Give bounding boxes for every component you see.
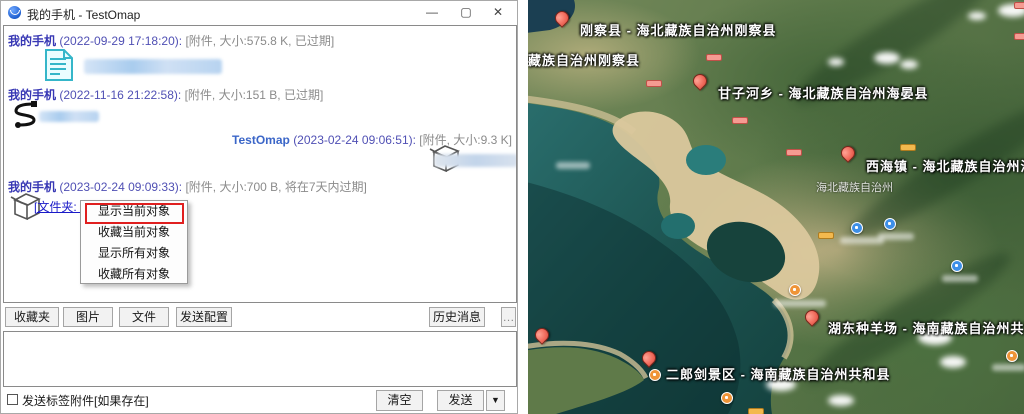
attachment-info: [附件, 大小:575.8 K, 已过期] xyxy=(185,34,334,48)
cloud xyxy=(900,60,918,69)
attachment-info: [附件, 大小:700 B, 将在7天内过期] xyxy=(185,180,366,194)
map-marker-label: 湖东种羊场 - 海南藏族自治州共和县 xyxy=(828,318,1024,337)
menu-item-show-all[interactable]: 显示所有对象 xyxy=(81,243,187,264)
compose-input[interactable] xyxy=(3,331,517,387)
tile-label: 海北藏族自治州 xyxy=(816,179,893,195)
document-attachment-icon[interactable] xyxy=(42,48,76,82)
poi-icon xyxy=(851,222,863,234)
menu-item-show-current[interactable]: 显示当前对象 xyxy=(81,201,187,222)
minimize-icon[interactable]: — xyxy=(415,1,449,23)
map-marker-label: 西海镇 - 海北藏族自治州海晏县 xyxy=(866,156,1024,175)
road-label-chip xyxy=(1014,2,1024,9)
message-sender: TestOmap xyxy=(232,133,290,147)
message-header: 我的手机 (2023-02-24 09:09:33): [附件, 大小:700 … xyxy=(8,178,367,195)
close-icon[interactable]: ✕ xyxy=(481,1,515,23)
road-label-chip xyxy=(646,80,662,87)
satellite-map[interactable]: 海北藏族自治州 北藏族自治州刚察县 刚察县 - 海北藏族自治州刚察县 甘子河乡 … xyxy=(528,0,1024,414)
app-logo-icon xyxy=(8,6,21,19)
route-attachment-icon[interactable] xyxy=(12,100,38,128)
map-marker-label: 刚察县 - 海北藏族自治州刚察县 xyxy=(580,20,777,39)
send-options-dropdown[interactable]: ▼ xyxy=(486,390,505,411)
message-header: 我的手机 (2022-09-29 17:18:20): [附件, 大小:575.… xyxy=(8,32,334,49)
road-label-chip xyxy=(900,144,916,151)
message-time: (2023-02-24 09:09:33): xyxy=(59,180,182,194)
favorites-button[interactable]: 收藏夹 xyxy=(5,307,59,327)
attachment-info: [附件, 大小:151 B, 已过期] xyxy=(185,88,324,102)
message-time: (2022-11-16 21:22:58): xyxy=(59,88,181,102)
window-title: 我的手机 - TestOmap xyxy=(27,6,140,23)
lake-name-blur xyxy=(556,162,590,169)
poi-text-blur xyxy=(774,300,826,307)
poi-icon xyxy=(884,218,896,230)
road-label-chip xyxy=(706,54,722,61)
cloud xyxy=(940,356,966,368)
send-button[interactable]: 发送 xyxy=(437,390,484,411)
send-config-button[interactable]: 发送配置 xyxy=(176,307,232,327)
map-marker-label: 二郎剑景区 - 海南藏族自治州共和县 xyxy=(666,364,891,383)
maximize-icon[interactable]: ▢ xyxy=(449,1,483,23)
road-label-chip xyxy=(1014,33,1024,40)
message-header: 我的手机 (2022-11-16 21:22:58): [附件, 大小:151 … xyxy=(8,86,323,103)
message-sender: 我的手机 xyxy=(8,34,56,48)
checkbox-label: 发送标签附件[如果存在] xyxy=(22,392,149,409)
chat-window: 我的手机 - TestOmap — ▢ ✕ 我的手机 (2022-09-29 1… xyxy=(0,0,518,414)
cloud xyxy=(828,395,854,406)
poi-icon xyxy=(789,284,801,296)
road-label-chip xyxy=(818,232,834,239)
more-button[interactable]: … xyxy=(501,307,516,327)
redacted-filename xyxy=(84,59,222,74)
map-marker-label: 甘子河乡 - 海北藏族自治州海晏县 xyxy=(718,83,929,102)
poi-icon xyxy=(721,392,733,404)
road-label-chip xyxy=(732,117,748,124)
poi-icon xyxy=(951,260,963,272)
cloud xyxy=(828,58,844,66)
poi-text-blur xyxy=(992,364,1024,371)
poi-icon xyxy=(649,369,661,381)
cloud xyxy=(968,12,986,20)
context-menu: 显示当前对象 收藏当前对象 显示所有对象 收藏所有对象 xyxy=(80,200,188,284)
map-marker-label-partial: 北藏族自治州刚察县 xyxy=(528,50,640,69)
message-header: TestOmap (2023-02-24 09:06:51): [附件, 大小:… xyxy=(232,131,512,148)
poi-icon xyxy=(1006,350,1018,362)
message-time: (2022-09-29 17:18:20): xyxy=(59,34,182,48)
menu-item-collect-all[interactable]: 收藏所有对象 xyxy=(81,264,187,285)
title-bar: 我的手机 - TestOmap — ▢ ✕ xyxy=(1,1,517,24)
poi-text-blur xyxy=(878,233,914,240)
poi-text-blur xyxy=(942,275,978,282)
images-button[interactable]: 图片 xyxy=(63,307,113,327)
road-label-chip xyxy=(786,149,802,156)
cloud xyxy=(874,52,900,64)
redacted-filename xyxy=(39,111,99,122)
message-list[interactable]: 我的手机 (2022-09-29 17:18:20): [附件, 大小:575.… xyxy=(3,25,517,303)
send-tag-attachment-checkbox[interactable] xyxy=(7,394,18,405)
screenshot-stage: 我的手机 - TestOmap — ▢ ✕ 我的手机 (2022-09-29 1… xyxy=(0,0,1024,414)
message-time: (2023-02-24 09:06:51): xyxy=(293,133,416,147)
road-label-chip xyxy=(748,408,764,414)
redacted-filename xyxy=(434,154,517,167)
files-button[interactable]: 文件 xyxy=(119,307,169,327)
clear-button[interactable]: 清空 xyxy=(376,390,423,411)
menu-item-collect-current[interactable]: 收藏当前对象 xyxy=(81,222,187,243)
history-button[interactable]: 历史消息 xyxy=(429,307,485,327)
